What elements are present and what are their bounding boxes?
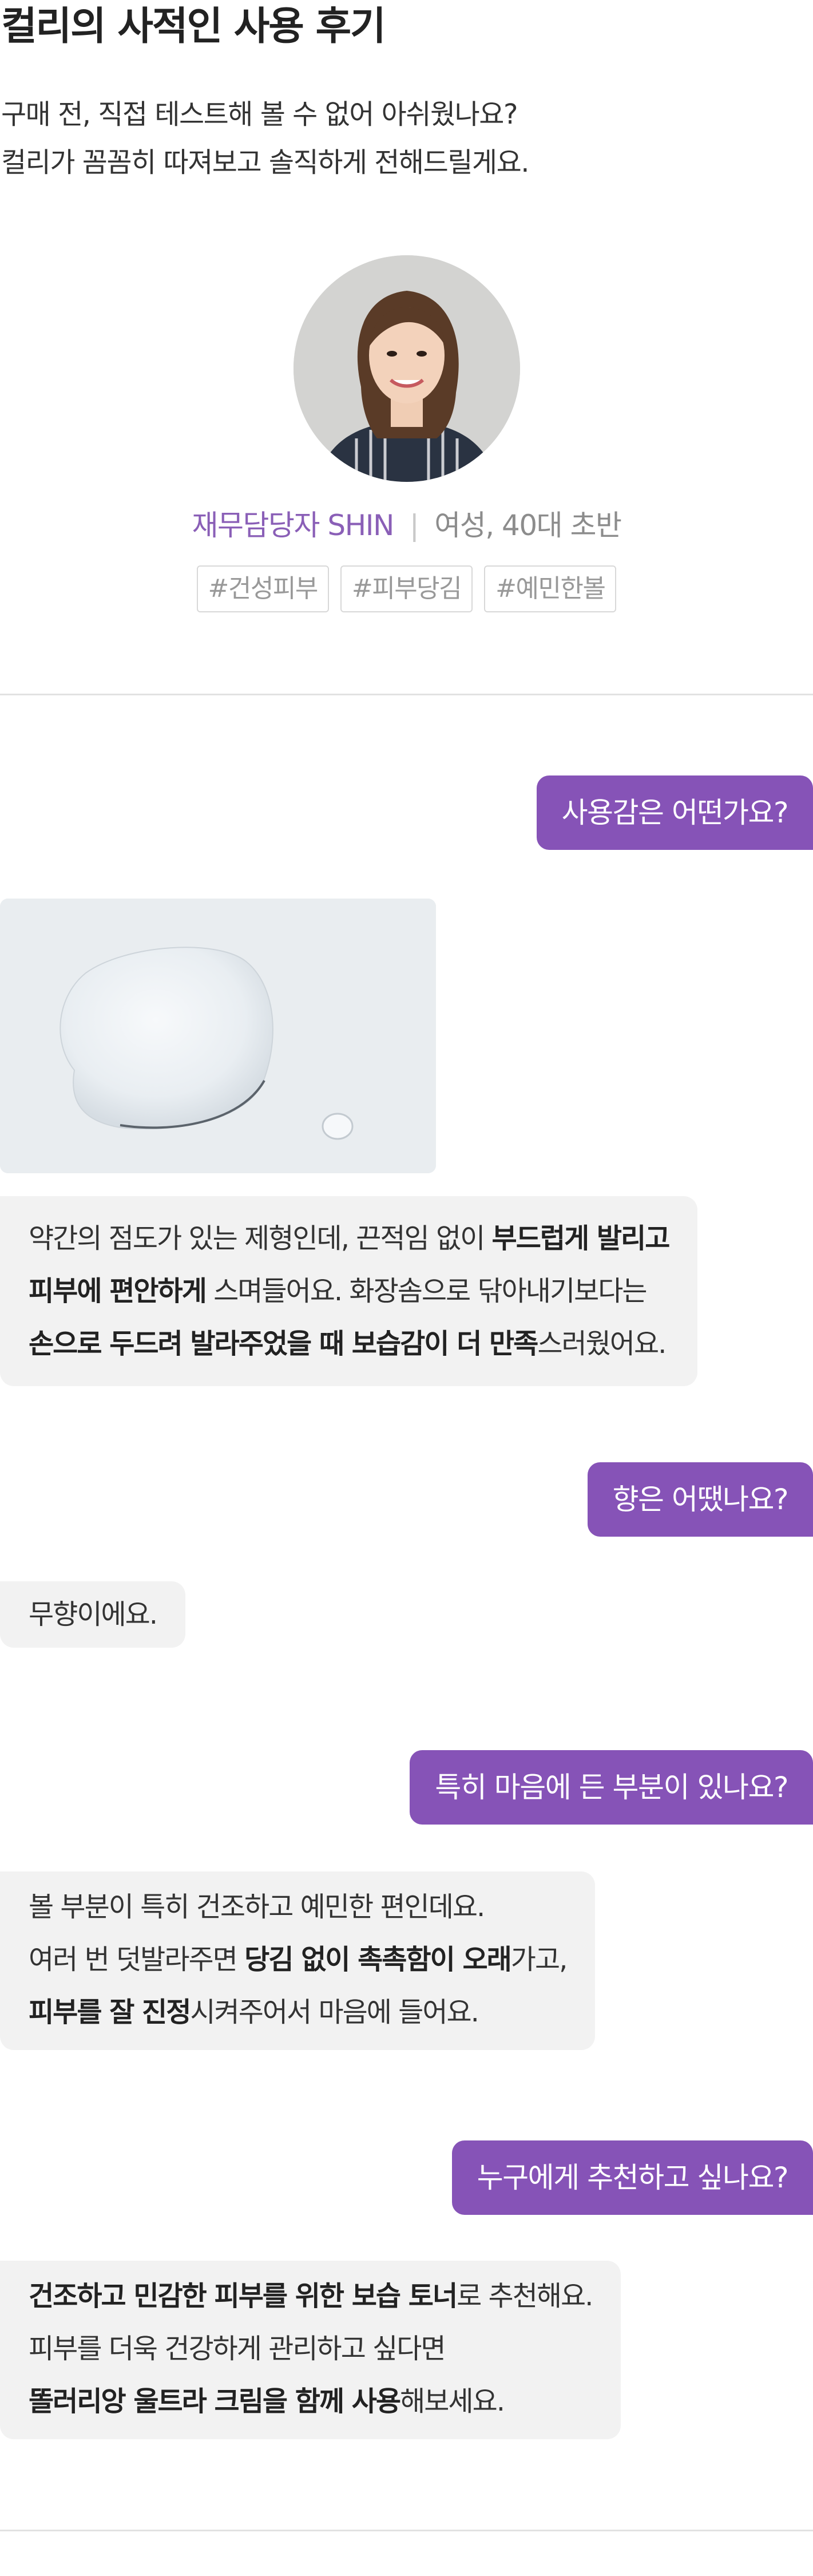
answer-bubble: 약간의 점도가 있는 제형인데, 끈적임 없이 부드럽게 발리고 피부에 편안하… (0, 1196, 698, 1386)
answer-line: 약간의 점도가 있는 제형인데, 끈적임 없이 부드럽게 발리고 (29, 1222, 670, 1255)
question-bubble: 향은 어땠나요? (587, 1462, 813, 1537)
answer-line: 똘러리앙 울트라 크림을 함께 사용해보세요. (29, 2385, 505, 2417)
question-bubble: 특히 마음에 든 부분이 있나요? (410, 1750, 813, 1825)
intro-line: 컬리가 꼼꼼히 따져보고 솔직하게 전해드릴게요. (1, 147, 530, 179)
answer-bubble: 볼 부분이 특히 건조하고 예민한 편인데요. 여러 번 덧발라주면 당김 없이… (0, 1871, 596, 2050)
answer-line: 볼 부분이 특히 건조하고 예민한 편인데요. (29, 1891, 485, 1923)
answer-line: 피부를 잘 진정시켜주어서 마음에 들어요. (29, 1996, 479, 2028)
reviewer-tags: #건성피부 #피부당김 #예민한볼 (0, 565, 813, 612)
tag-tight-skin: #피부당김 (340, 565, 473, 612)
product-texture-image (0, 899, 436, 1173)
question-bubble: 누구에게 추천하고 싶나요? (451, 2140, 813, 2215)
answer-line: 피부에 편안하게 스며들어요. 화장솜으로 닦아내기보다는 (29, 1275, 648, 1307)
intro-line: 구매 전, 직접 테스트해 볼 수 없어 아쉬웠나요? (1, 98, 518, 130)
reviewer-avatar (294, 255, 520, 482)
answer-line: 여러 번 덧발라주면 당김 없이 촉촉함이 오래가고, (29, 1944, 568, 1976)
tag-dry-skin: #건성피부 (196, 565, 329, 612)
answer-line: 손으로 두드려 발라주었을 때 보습감이 더 만족스러웠어요. (29, 1328, 667, 1360)
section-divider (0, 694, 813, 695)
answer-line: 건조하고 민감한 피부를 위한 보습 토너로 추천해요. (29, 2280, 593, 2312)
answer-line: 피부를 더욱 건강하게 관리하고 싶다면 (29, 2333, 446, 2365)
question-bubble: 사용감은 어떤가요? (536, 775, 813, 850)
reviewer-separator: | (409, 509, 419, 542)
reviewer-role: 재무담당자 SHIN (192, 509, 394, 542)
tag-sensitive-cheeks: #예민한볼 (484, 565, 617, 612)
answer-bubble: 무향이에요. (0, 1581, 186, 1648)
page-title: 컬리의 사적인 사용 후기 (1, 4, 386, 49)
reviewer-info: 재무담당자 SHIN | 여성, 40대 초반 (0, 502, 813, 544)
intro-text: 구매 전, 직접 테스트해 볼 수 없어 아쉬웠나요? 컬리가 꼼꼼히 따져보고… (1, 90, 530, 187)
answer-bubble: 건조하고 민감한 피부를 위한 보습 토너로 추천해요. 피부를 더욱 건강하게… (0, 2261, 621, 2439)
answer-line: 무향이에요. (29, 1598, 158, 1631)
reviewer-meta: 여성, 40대 초반 (434, 509, 622, 542)
bottom-divider (0, 2530, 813, 2531)
